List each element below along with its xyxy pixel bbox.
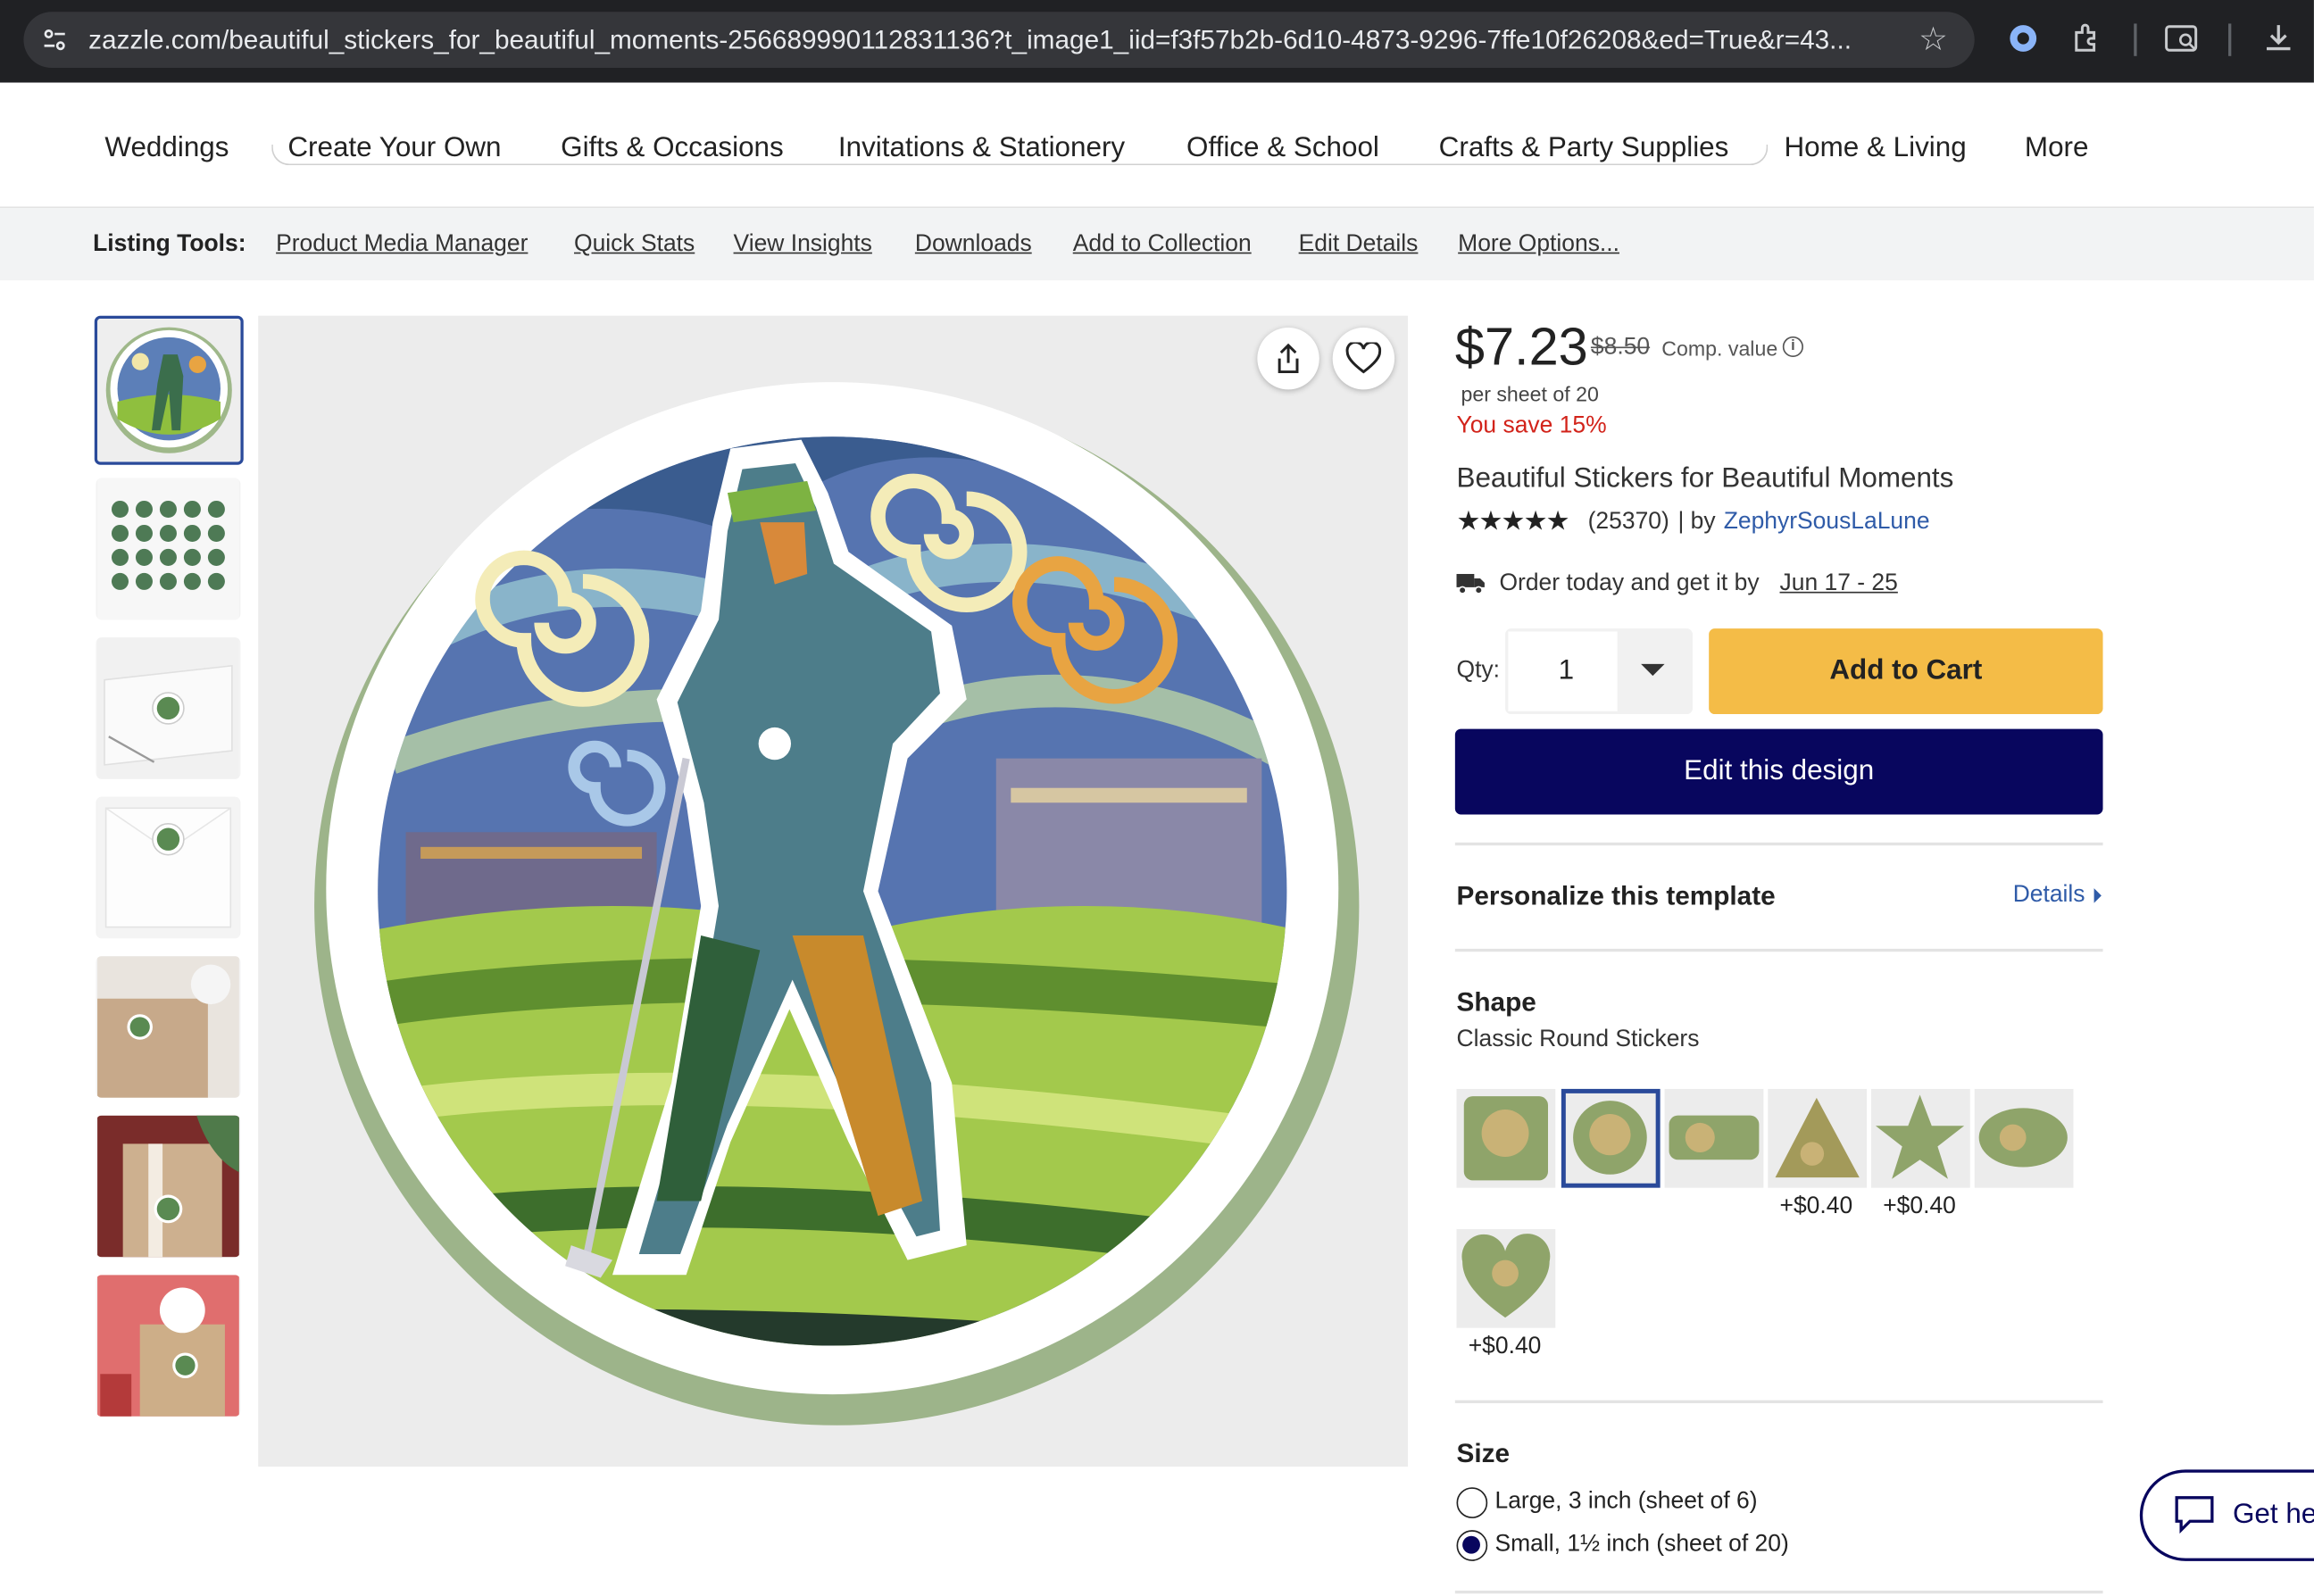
page-root: zazzle.com/beautiful_stickers_for_beauti… bbox=[0, 0, 2314, 1596]
comparison-price: $8.50 bbox=[1590, 335, 1651, 361]
listing-tools-bar: Listing Tools: Product Media Manager Qui… bbox=[0, 208, 2314, 281]
url-text[interactable]: zazzle.com/beautiful_stickers_for_beauti… bbox=[88, 24, 1892, 55]
share-button[interactable] bbox=[1257, 327, 1319, 390]
add-to-cart-button[interactable]: Add to Cart bbox=[1709, 628, 2103, 715]
size-radio-small[interactable] bbox=[1456, 1530, 1488, 1561]
product-media-manager-link[interactable]: Product Media Manager bbox=[276, 232, 528, 259]
shape-option-round[interactable] bbox=[1561, 1088, 1661, 1188]
size-label-small[interactable]: Small, 1½ inch (sheet of 20) bbox=[1494, 1532, 1788, 1559]
product-thumbnail[interactable] bbox=[96, 1115, 241, 1258]
shape-option-square[interactable] bbox=[1456, 1088, 1556, 1188]
section-divider bbox=[1454, 1590, 2103, 1594]
extensions-icon[interactable] bbox=[2068, 21, 2106, 59]
view-insights-link[interactable]: View Insights bbox=[734, 232, 872, 259]
nav-invitations-stationery[interactable]: Invitations & Stationery bbox=[838, 133, 1125, 165]
shape-heading: Shape bbox=[1456, 986, 1536, 1017]
shape-option-oval[interactable] bbox=[1974, 1088, 2074, 1188]
rating-stars[interactable]: ★★★★★ bbox=[1457, 506, 1570, 537]
bookmark-star-icon[interactable]: ☆ bbox=[1914, 21, 1952, 59]
download-icon[interactable] bbox=[2260, 21, 2298, 59]
tab-search-icon[interactable] bbox=[2163, 21, 2202, 59]
delivery-text: Order today and get it by bbox=[1499, 570, 1760, 596]
main-product-image[interactable] bbox=[258, 315, 1408, 1467]
chat-bubble-icon bbox=[2175, 1496, 2214, 1534]
size-radio-large[interactable] bbox=[1456, 1487, 1488, 1518]
chevron-down-icon[interactable] bbox=[1641, 663, 1665, 677]
product-thumbnail[interactable] bbox=[96, 796, 241, 939]
nav-more[interactable]: More bbox=[2025, 133, 2089, 165]
designer-link[interactable]: ZephyrSousLaLune bbox=[1724, 509, 1930, 536]
size-label-large[interactable]: Large, 3 inch (sheet of 6) bbox=[1494, 1489, 1757, 1516]
delivery-date-link[interactable]: Jun 17 - 25 bbox=[1780, 571, 1898, 598]
qty-label: Qty: bbox=[1456, 658, 1501, 684]
product-title: Beautiful Stickers for Beautiful Moments bbox=[1456, 463, 1954, 495]
product-thumbnail[interactable] bbox=[96, 478, 241, 620]
shape-surcharge-star: +$0.40 bbox=[1883, 1193, 1956, 1219]
chevron-right-icon[interactable] bbox=[2093, 888, 2102, 903]
by-label: | by bbox=[1677, 509, 1716, 535]
product-thumbnail[interactable] bbox=[94, 315, 244, 465]
shape-option-triangle[interactable] bbox=[1768, 1088, 1868, 1188]
share-icon bbox=[1278, 343, 1299, 374]
nav-create-your-own[interactable]: Create Your Own bbox=[287, 133, 501, 165]
nav-home-living[interactable]: Home & Living bbox=[1784, 133, 1966, 165]
nav-gifts-occasions[interactable]: Gifts & Occasions bbox=[561, 133, 784, 165]
comp-value-label: Comp. value bbox=[1661, 336, 1778, 361]
shape-surcharge-triangle: +$0.40 bbox=[1779, 1193, 1853, 1219]
review-count[interactable]: (25370) bbox=[1588, 509, 1669, 536]
delivery-truck-icon bbox=[1456, 574, 1485, 594]
downloads-link[interactable]: Downloads bbox=[915, 232, 1032, 259]
savings-text: You save 15% bbox=[1456, 412, 1607, 438]
quick-stats-link[interactable]: Quick Stats bbox=[574, 232, 695, 259]
info-icon[interactable]: i bbox=[1782, 336, 1803, 358]
category-nav: Weddings Create Your Own Gifts & Occasio… bbox=[0, 82, 2314, 209]
qty-value[interactable]: 1 bbox=[1508, 631, 1618, 711]
nav-weddings[interactable]: Weddings bbox=[104, 133, 229, 165]
shape-option-rectangle[interactable] bbox=[1664, 1088, 1764, 1188]
size-heading: Size bbox=[1456, 1438, 1511, 1468]
section-divider bbox=[1454, 948, 2103, 952]
shape-surcharge-heart: +$0.40 bbox=[1468, 1334, 1542, 1359]
password-manager-icon[interactable] bbox=[2004, 21, 2043, 59]
edit-design-button[interactable]: Edit this design bbox=[1454, 728, 2103, 815]
product-thumbnail[interactable] bbox=[96, 956, 241, 1098]
nav-crafts-party-supplies[interactable]: Crafts & Party Supplies bbox=[1439, 133, 1729, 165]
add-to-collection-link[interactable]: Add to Collection bbox=[1073, 232, 1252, 259]
product-thumbnail[interactable] bbox=[96, 637, 241, 779]
edit-details-link[interactable]: Edit Details bbox=[1299, 232, 1419, 259]
heart-icon bbox=[1345, 342, 1382, 374]
section-divider bbox=[1454, 1400, 2103, 1404]
golfer-sticker-image bbox=[258, 315, 1408, 1467]
address-bar[interactable]: zazzle.com/beautiful_stickers_for_beauti… bbox=[23, 12, 1975, 69]
details-link[interactable]: Details bbox=[2013, 882, 2085, 909]
favorite-button[interactable] bbox=[1332, 327, 1395, 390]
toolbar-divider bbox=[2228, 23, 2232, 56]
listing-tools-label: Listing Tools: bbox=[93, 231, 246, 257]
more-options-link[interactable]: More Options... bbox=[1458, 232, 1619, 259]
shape-option-heart[interactable] bbox=[1456, 1228, 1556, 1328]
site-settings-icon[interactable] bbox=[41, 28, 68, 51]
nav-office-school[interactable]: Office & School bbox=[1186, 133, 1379, 165]
toolbar-divider bbox=[2134, 23, 2137, 56]
current-price: $7.23 bbox=[1454, 315, 1588, 377]
per-sheet-label: per sheet of 20 bbox=[1461, 382, 1599, 406]
browser-chrome: zazzle.com/beautiful_stickers_for_beauti… bbox=[0, 0, 2314, 83]
shape-option-star[interactable] bbox=[1871, 1088, 1970, 1188]
section-divider bbox=[1454, 842, 2103, 846]
help-chat-label[interactable]: Get he bbox=[2233, 1499, 2314, 1531]
personalize-heading: Personalize this template bbox=[1456, 880, 1776, 910]
product-thumbnail[interactable] bbox=[96, 1275, 241, 1417]
shape-selected-value: Classic Round Stickers bbox=[1456, 1027, 1700, 1052]
